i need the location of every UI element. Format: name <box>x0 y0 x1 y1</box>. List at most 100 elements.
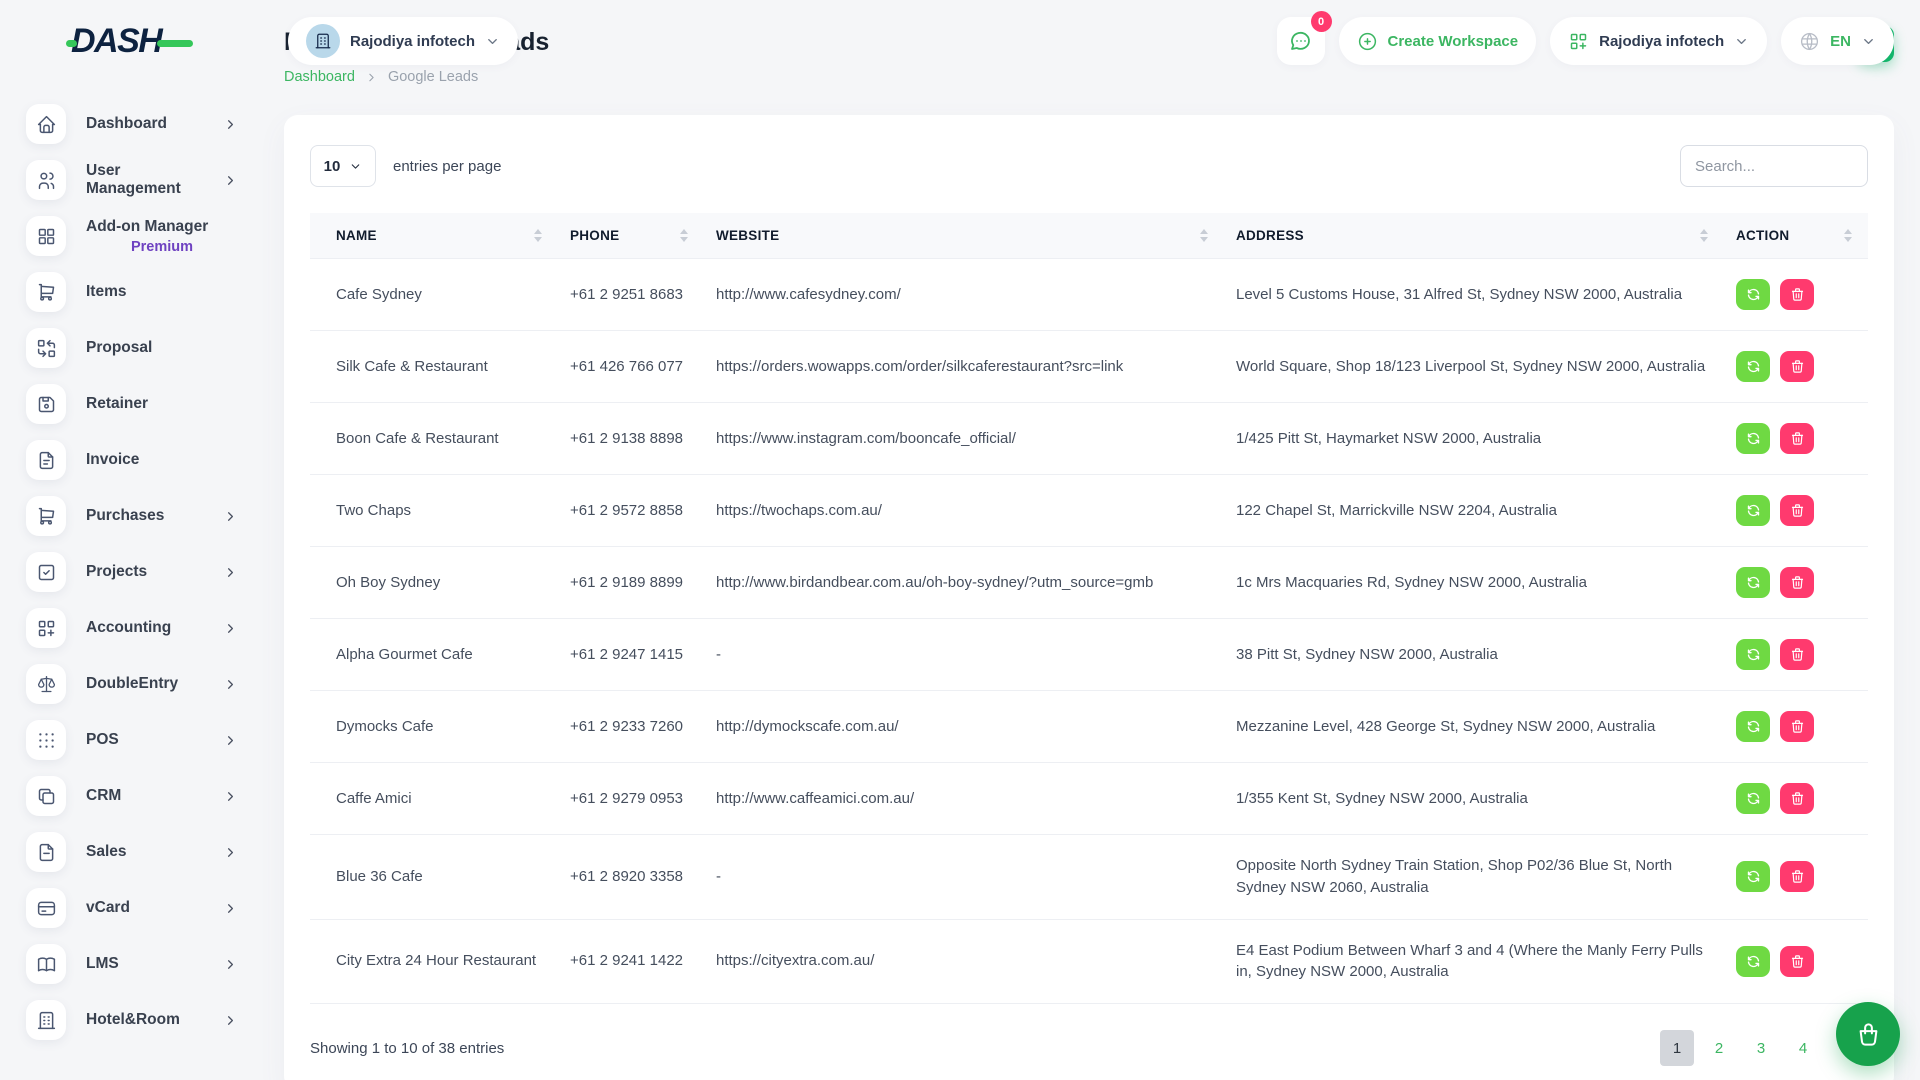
trash-icon <box>1790 954 1805 969</box>
plus-circle-icon <box>1357 31 1378 52</box>
sidebar-item-text: Add-on ManagerPremium <box>86 218 238 255</box>
refresh-icon <box>1746 719 1761 734</box>
sidebar-item-vcard[interactable]: vCard <box>26 888 284 928</box>
sidebar-item-crm[interactable]: CRM <box>26 776 284 816</box>
cell-name: Cafe Sydney <box>310 259 558 331</box>
table-row-boon-cafe-restaurant: Boon Cafe & Restaurant +61 2 9138 8898 h… <box>310 403 1868 475</box>
cell-action <box>1724 691 1868 763</box>
convert-lead-button[interactable] <box>1736 711 1770 742</box>
logo-accent-icon <box>157 40 193 47</box>
messages-button[interactable]: 0 <box>1277 17 1325 65</box>
sidebar-item-doubleentry[interactable]: DoubleEntry <box>26 664 284 704</box>
sidebar-item-text: Sales <box>86 843 203 861</box>
chevron-right-icon <box>223 733 238 748</box>
sidebar-item-purchases[interactable]: Purchases <box>26 496 284 536</box>
convert-lead-button[interactable] <box>1736 423 1770 454</box>
trash-icon <box>1790 359 1805 374</box>
sidebar-item-retainer[interactable]: Retainer <box>26 384 284 424</box>
convert-lead-button[interactable] <box>1736 861 1770 892</box>
chevron-down-icon <box>1734 34 1749 49</box>
refresh-icon <box>1746 791 1761 806</box>
transfer-icon <box>26 328 66 368</box>
column-header-name[interactable]: NAME <box>310 213 558 259</box>
cell-action <box>1724 475 1868 547</box>
home-icon <box>26 104 66 144</box>
delete-lead-button[interactable] <box>1780 861 1814 892</box>
chevron-right-icon <box>223 677 238 692</box>
floating-cart-button[interactable] <box>1836 1002 1900 1066</box>
delete-lead-button[interactable] <box>1780 783 1814 814</box>
sidebar-item-projects[interactable]: Projects <box>26 552 284 592</box>
entries-per-page-value: 10 <box>324 158 341 175</box>
chevron-right-icon <box>223 1013 238 1028</box>
cell-phone: +61 2 9241 1422 <box>558 919 704 1004</box>
sidebar-item-invoice[interactable]: Invoice <box>26 440 284 480</box>
pagination-page-1[interactable]: 1 <box>1660 1030 1694 1066</box>
table-row-city-extra-24-hour-restaurant: City Extra 24 Hour Restaurant +61 2 9241… <box>310 919 1868 1004</box>
sidebar-item-label: Items <box>86 283 238 301</box>
pagination-page-2[interactable]: 2 <box>1702 1030 1736 1066</box>
sidebar-item-add-on-manager[interactable]: Add-on ManagerPremium <box>26 216 284 256</box>
sidebar-item-sales[interactable]: Sales <box>26 832 284 872</box>
file-icon <box>26 832 66 872</box>
pagination-page-3[interactable]: 3 <box>1744 1030 1778 1066</box>
sidebar-item-lms[interactable]: LMS <box>26 944 284 984</box>
delete-lead-button[interactable] <box>1780 279 1814 310</box>
create-workspace-button[interactable]: Create Workspace <box>1339 17 1537 65</box>
invoice-icon <box>26 440 66 480</box>
column-header-phone[interactable]: PHONE <box>558 213 704 259</box>
table-row-caffe-amici: Caffe Amici +61 2 9279 0953 http://www.c… <box>310 763 1868 835</box>
trash-icon <box>1790 287 1805 302</box>
sidebar-item-items[interactable]: Items <box>26 272 284 312</box>
chevron-right-icon <box>223 957 238 972</box>
entries-per-page-select[interactable]: 10 <box>310 145 376 187</box>
workspace-avatar <box>306 24 340 58</box>
column-header-label: NAME <box>336 228 377 243</box>
delete-lead-button[interactable] <box>1780 711 1814 742</box>
column-header-action[interactable]: ACTION <box>1724 213 1868 259</box>
cell-action <box>1724 259 1868 331</box>
delete-lead-button[interactable] <box>1780 946 1814 977</box>
refresh-icon <box>1746 954 1761 969</box>
language-selector[interactable]: EN <box>1781 17 1894 65</box>
sidebar-item-text: vCard <box>86 899 203 917</box>
delete-lead-button[interactable] <box>1780 567 1814 598</box>
refresh-icon <box>1746 647 1761 662</box>
convert-lead-button[interactable] <box>1736 946 1770 977</box>
shopping-bag-icon <box>1855 1021 1882 1048</box>
sidebar-item-pos[interactable]: POS <box>26 720 284 760</box>
sidebar-item-user-management[interactable]: User Management <box>26 160 284 200</box>
workspace-selector[interactable]: Rajodiya infotech <box>288 17 518 65</box>
convert-lead-button[interactable] <box>1736 567 1770 598</box>
delete-lead-button[interactable] <box>1780 423 1814 454</box>
search-input[interactable] <box>1680 145 1868 187</box>
convert-lead-button[interactable] <box>1736 639 1770 670</box>
cell-website: https://www.instagram.com/booncafe_offic… <box>704 403 1224 475</box>
column-header-website[interactable]: WEBSITE <box>704 213 1224 259</box>
building-icon <box>26 1000 66 1040</box>
column-header-address[interactable]: ADDRESS <box>1224 213 1724 259</box>
delete-lead-button[interactable] <box>1780 639 1814 670</box>
pagination-page-4[interactable]: 4 <box>1786 1030 1820 1066</box>
sidebar-item-hotel-room[interactable]: Hotel&Room <box>26 1000 284 1040</box>
cell-address: Opposite North Sydney Train Station, Sho… <box>1224 835 1724 920</box>
chevron-right-icon <box>223 565 238 580</box>
convert-lead-button[interactable] <box>1736 279 1770 310</box>
refresh-icon <box>1746 575 1761 590</box>
sort-icon <box>680 229 688 242</box>
convert-lead-button[interactable] <box>1736 783 1770 814</box>
floppy-icon <box>26 384 66 424</box>
convert-lead-button[interactable] <box>1736 495 1770 526</box>
sidebar-item-proposal[interactable]: Proposal <box>26 328 284 368</box>
delete-lead-button[interactable] <box>1780 351 1814 382</box>
app-logo: DASH <box>66 22 288 61</box>
sidebar-item-label: Invoice <box>86 451 238 469</box>
company-selector[interactable]: Rajodiya infotech <box>1550 17 1767 65</box>
convert-lead-button[interactable] <box>1736 351 1770 382</box>
trash-icon <box>1790 503 1805 518</box>
column-header-label: PHONE <box>570 228 619 243</box>
sidebar-item-dashboard[interactable]: Dashboard <box>26 104 284 144</box>
sidebar-item-text: User Management <box>86 162 203 198</box>
delete-lead-button[interactable] <box>1780 495 1814 526</box>
sidebar-item-accounting[interactable]: Accounting <box>26 608 284 648</box>
